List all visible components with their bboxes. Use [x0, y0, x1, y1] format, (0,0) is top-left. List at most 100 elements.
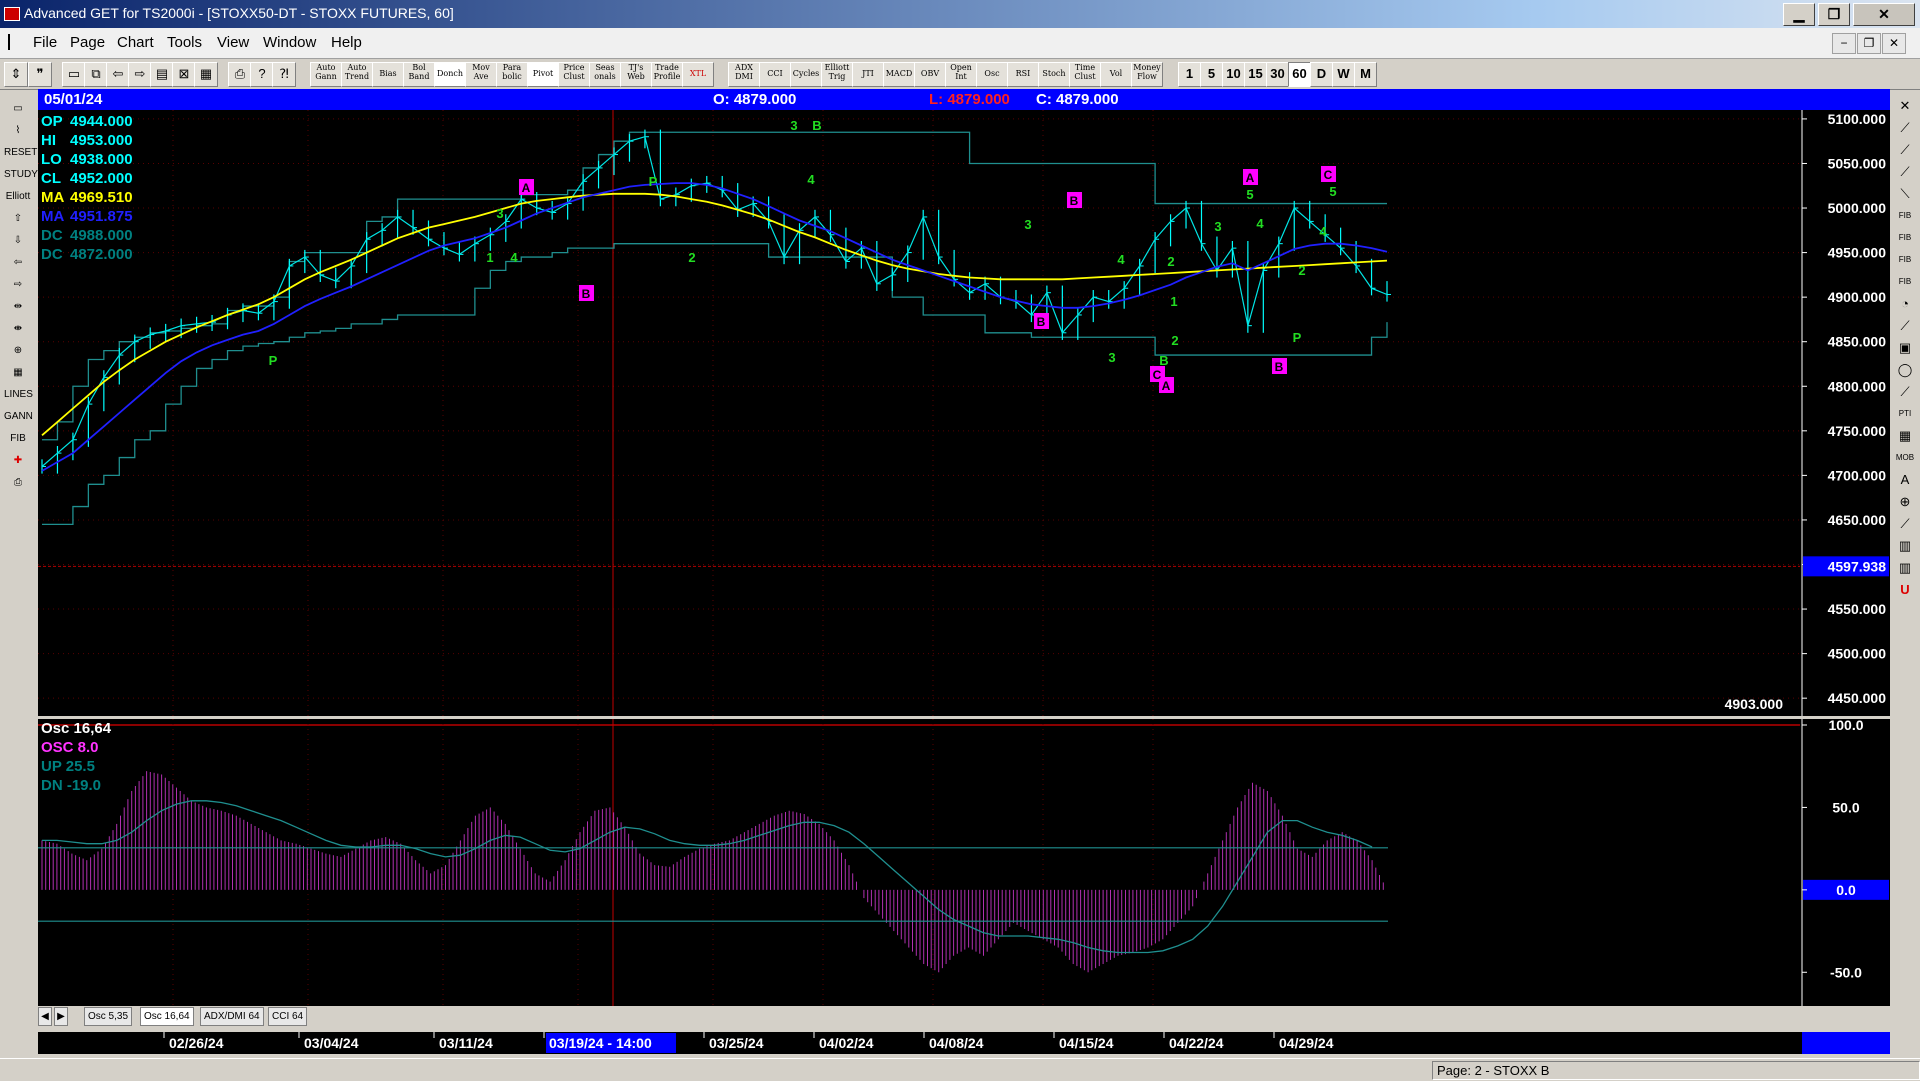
- scroll-left-icon[interactable]: ⇦: [106, 62, 130, 87]
- reset-icon[interactable]: RESET: [4, 144, 37, 162]
- new-page-icon[interactable]: ▭: [62, 62, 86, 87]
- right-tool-13-icon[interactable]: ⟋: [1893, 382, 1917, 401]
- tile-icon[interactable]: ▤: [150, 62, 174, 87]
- right-tool-12-icon[interactable]: ◯: [1893, 360, 1917, 379]
- study-button[interactable]: Bol Band: [403, 62, 435, 87]
- period-button[interactable]: M: [1354, 62, 1377, 87]
- study-button[interactable]: Mov Ave: [465, 62, 497, 87]
- cross-icon[interactable]: ✚: [4, 452, 32, 470]
- study-button[interactable]: RSI: [1007, 62, 1039, 87]
- right-tool-4-icon[interactable]: ⟍: [1893, 184, 1917, 203]
- right-tool-10-icon[interactable]: ⟋: [1893, 316, 1917, 335]
- study-button[interactable]: Time Clust: [1069, 62, 1101, 87]
- price-chart[interactable]: A B B B A C A C B 3 B 4 P 3 1 4 2 3 2 4 3 1 2 3 5 4 5 4 2 P P B OP 4944.0…: [38, 110, 1890, 716]
- study-button[interactable]: Auto Trend: [341, 62, 373, 87]
- oscillator-pane[interactable]: Osc 16,64 OSC 8.0 UP 25.5 DN -19.0 100.0 50.0…: [38, 717, 1890, 1006]
- study-button[interactable]: Osc: [976, 62, 1008, 87]
- context-help-icon[interactable]: ⁈: [272, 62, 296, 87]
- print-icon[interactable]: ⎙: [228, 62, 252, 87]
- menu-file[interactable]: File: [33, 34, 57, 51]
- right-tool-15-icon[interactable]: ▦: [1893, 426, 1917, 445]
- right-tool-1-icon[interactable]: ⟋: [1893, 118, 1917, 137]
- period-button[interactable]: 10: [1222, 62, 1245, 87]
- mdi-close-button[interactable]: ✕: [1882, 33, 1906, 54]
- study-button[interactable]: Donch: [434, 62, 466, 87]
- menu-tools[interactable]: Tools: [167, 34, 202, 51]
- tab-scroll-left-icon[interactable]: ◀: [38, 1007, 52, 1026]
- study-button[interactable]: CCI: [759, 62, 791, 87]
- study-button[interactable]: Trade Profile: [651, 62, 683, 87]
- study-button[interactable]: Bias: [372, 62, 404, 87]
- cursor-icon[interactable]: ⇕: [4, 62, 28, 87]
- study-button[interactable]: Auto Gann: [310, 62, 342, 87]
- gann-icon[interactable]: ⌇: [4, 122, 32, 140]
- study-button[interactable]: Para bolic: [496, 62, 528, 87]
- right-tool-19-icon[interactable]: ⟋: [1893, 514, 1917, 533]
- lines-icon[interactable]: LINES: [4, 386, 33, 404]
- period-button[interactable]: 30: [1266, 62, 1289, 87]
- right-tool-7-icon[interactable]: FIB: [1893, 250, 1917, 269]
- arrow-down-icon[interactable]: ⇩: [4, 232, 32, 250]
- right-tool-9-icon[interactable]: ◔: [1893, 294, 1917, 313]
- right-tool-11-icon[interactable]: ▣: [1893, 338, 1917, 357]
- tab-cci-64[interactable]: CCI 64: [268, 1007, 308, 1026]
- right-tool-0-icon[interactable]: ✕: [1893, 96, 1917, 115]
- help-icon[interactable]: ?: [250, 62, 274, 87]
- right-tool-16-icon[interactable]: MOB: [1893, 448, 1917, 467]
- study-button[interactable]: TJ's Web: [620, 62, 652, 87]
- period-button[interactable]: 15: [1244, 62, 1267, 87]
- period-button[interactable]: D: [1310, 62, 1333, 87]
- study-icon[interactable]: STUDY: [4, 166, 38, 184]
- right-tool-21-icon[interactable]: ▥: [1893, 558, 1917, 577]
- close-button[interactable]: ✕: [1853, 3, 1915, 26]
- right-tool-20-icon[interactable]: ▥: [1893, 536, 1917, 555]
- copy-icon[interactable]: ⧉: [84, 62, 108, 87]
- quote-icon[interactable]: ❞: [28, 62, 52, 87]
- right-tool-5-icon[interactable]: FIB: [1893, 206, 1917, 225]
- right-tool-22-icon[interactable]: U: [1893, 580, 1917, 599]
- period-button[interactable]: 1: [1178, 62, 1201, 87]
- right-tool-17-icon[interactable]: A: [1893, 470, 1917, 489]
- printer-icon[interactable]: ⎙: [4, 474, 32, 492]
- mdi-restore-button[interactable]: ❐: [1857, 33, 1881, 54]
- grid-icon[interactable]: ▦: [194, 62, 218, 87]
- delete-icon[interactable]: ⊠: [172, 62, 196, 87]
- study-button[interactable]: Vol: [1100, 62, 1132, 87]
- period-button[interactable]: 5: [1200, 62, 1223, 87]
- right-tool-8-icon[interactable]: FIB: [1893, 272, 1917, 291]
- study-button[interactable]: MACD: [883, 62, 915, 87]
- study-button[interactable]: Pivot: [527, 62, 559, 87]
- minimize-button[interactable]: ▁: [1783, 3, 1815, 26]
- mdi-minimize-button[interactable]: −: [1832, 33, 1856, 54]
- study-button[interactable]: ADX DMI: [728, 62, 760, 87]
- right-tool-18-icon[interactable]: ⊕: [1893, 492, 1917, 511]
- gann-box-icon[interactable]: GANN: [4, 408, 33, 426]
- elliott-icon[interactable]: Elliott: [4, 188, 32, 206]
- right-tool-6-icon[interactable]: FIB: [1893, 228, 1917, 247]
- expand-icon[interactable]: ⇹: [4, 298, 32, 316]
- compress-icon[interactable]: ⇼: [4, 320, 32, 338]
- tab-osc-16-64[interactable]: Osc 16,64: [140, 1007, 194, 1026]
- study-button[interactable]: Money Flow: [1131, 62, 1163, 87]
- right-tool-2-icon[interactable]: ⟋: [1893, 140, 1917, 159]
- menu-page[interactable]: Page: [70, 34, 105, 51]
- period-button-active[interactable]: 60: [1288, 62, 1311, 87]
- arrow-up-icon[interactable]: ⇧: [4, 210, 32, 228]
- study-button[interactable]: Elliott Trig: [821, 62, 853, 87]
- maximize-button[interactable]: ❐: [1818, 3, 1850, 26]
- study-button[interactable]: OBV: [914, 62, 946, 87]
- study-button[interactable]: Seas onals: [589, 62, 621, 87]
- study-button[interactable]: JTI: [852, 62, 884, 87]
- tab-adx-dmi-64[interactable]: ADX/DMI 64: [200, 1007, 264, 1026]
- right-tool-14-icon[interactable]: PTI: [1893, 404, 1917, 423]
- menu-help[interactable]: Help: [331, 34, 362, 51]
- menu-chart[interactable]: Chart: [117, 34, 154, 51]
- open-icon[interactable]: ▭: [4, 100, 32, 118]
- period-button[interactable]: W: [1332, 62, 1355, 87]
- study-button[interactable]: Price Clust: [558, 62, 590, 87]
- arrow-left-icon[interactable]: ⇦: [4, 254, 32, 272]
- zoom-icon[interactable]: ⊕: [4, 342, 32, 360]
- study-button[interactable]: XTL: [682, 62, 714, 87]
- tab-scroll-right-icon[interactable]: ▶: [54, 1007, 68, 1026]
- menu-view[interactable]: View: [217, 34, 249, 51]
